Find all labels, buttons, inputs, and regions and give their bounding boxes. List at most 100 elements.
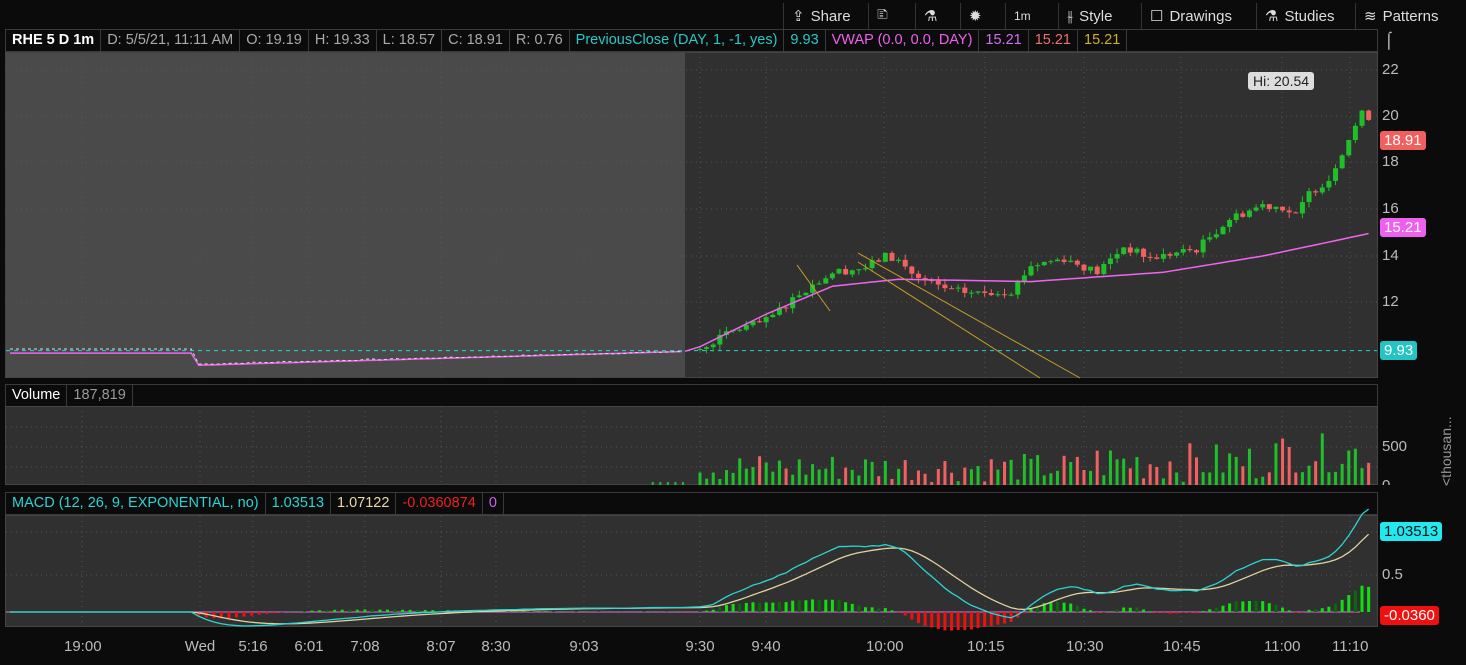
macd-histogram-bar <box>956 612 960 630</box>
macd-histogram-bar <box>250 612 254 616</box>
macd-histogram-bar <box>1274 604 1278 612</box>
macd-histogram-bar <box>1095 612 1099 614</box>
vwap-line <box>684 232 1369 353</box>
macd-avg-line <box>10 533 1370 625</box>
volume-bar <box>1042 475 1046 485</box>
candle-body <box>1068 260 1074 262</box>
volume-bar <box>930 481 934 485</box>
price-tick: 20 <box>1382 107 1399 124</box>
macd-histogram-bar <box>903 612 907 616</box>
candle-body <box>1286 210 1292 213</box>
macd-histogram-bar <box>1075 605 1079 612</box>
volume-bar <box>1320 433 1324 485</box>
macd-histogram-bar <box>257 612 261 615</box>
volume-bar <box>824 468 828 485</box>
time-tick: 10:00 <box>866 638 904 655</box>
macd-histogram-bar <box>837 599 841 612</box>
volume-bar <box>1003 461 1007 485</box>
volume-bar <box>1181 481 1185 485</box>
volume-bar <box>1135 457 1139 485</box>
chart-canvas <box>6 52 1377 631</box>
candle-body <box>770 314 776 318</box>
macd-histogram-bar <box>393 609 397 612</box>
macd-histogram-bar <box>910 612 914 620</box>
macd-histogram-bar <box>582 611 586 612</box>
candle-body <box>1339 155 1345 169</box>
macd-histogram-bar <box>751 602 755 612</box>
volume-bar <box>797 459 801 485</box>
macd-histogram-bar <box>1148 611 1152 612</box>
candle-body <box>1015 281 1021 295</box>
volume-bar <box>1294 472 1298 485</box>
volume-bar <box>1188 443 1192 485</box>
macd-histogram-bar <box>1108 611 1112 612</box>
macd-histogram-bar <box>1168 612 1172 614</box>
volume-bar <box>1148 464 1152 485</box>
time-tick: 8:07 <box>426 638 456 655</box>
macd-histogram-bar <box>890 610 894 612</box>
candle-body <box>1293 212 1299 214</box>
volume-bar <box>1049 473 1053 485</box>
macd-histogram-bar <box>552 611 556 612</box>
volume-bar <box>784 468 788 485</box>
macd-histogram-bar <box>1320 608 1324 612</box>
macd-histogram-bar <box>811 599 815 612</box>
time-tick: 11:00 <box>1264 638 1301 655</box>
macd-histogram-bar <box>1188 612 1192 613</box>
macd-histogram-bar <box>758 602 762 612</box>
volume-bar <box>1214 444 1218 485</box>
macd-histogram-bar <box>950 612 954 631</box>
last-price-tag: 18.91 <box>1380 131 1426 150</box>
macd-histogram-bar <box>1161 612 1165 614</box>
volume-bar <box>791 474 795 485</box>
time-tick: 9:03 <box>569 638 599 655</box>
candle-body <box>889 252 895 261</box>
macd-histogram-bar <box>777 601 781 612</box>
volume-bar <box>976 466 980 485</box>
volume-bar <box>771 471 775 485</box>
macd-histogram-bar <box>423 609 427 612</box>
trendline <box>796 264 831 312</box>
volume-bar <box>1075 456 1079 485</box>
volume-bar <box>1254 478 1258 485</box>
macd-histogram-bar <box>883 608 887 612</box>
candle-body <box>1227 220 1233 227</box>
volume-bar <box>744 468 748 485</box>
candle-body <box>949 288 955 290</box>
candle-body <box>1352 125 1358 141</box>
prevclose-tag: 9.93 <box>1380 341 1418 360</box>
volume-bar <box>916 470 920 485</box>
candle-body <box>1273 206 1279 209</box>
macd-histogram-bar <box>302 610 306 612</box>
volume-bar <box>883 460 887 485</box>
macd-histogram-bar <box>416 609 420 612</box>
volume-bar <box>1128 468 1132 485</box>
macd-histogram-bar <box>1241 601 1245 612</box>
volume-bar <box>1115 459 1119 485</box>
macd-histogram-bar <box>1360 585 1364 612</box>
macd-histogram-bar <box>386 609 389 612</box>
volume-bar <box>857 475 861 485</box>
volume-bar <box>989 459 993 485</box>
volume-bar <box>666 481 669 485</box>
volume-bar <box>1016 479 1020 485</box>
macd-histogram-bar <box>378 609 382 612</box>
volume-bar <box>1353 448 1357 485</box>
macd-histogram-bar <box>1175 612 1179 614</box>
price-tick: 22 <box>1382 61 1399 78</box>
candle-body <box>1266 204 1272 209</box>
premarket-vwap-line <box>10 350 682 367</box>
candle-body <box>763 317 769 323</box>
candle-body <box>823 278 829 284</box>
volume-bar <box>1241 466 1245 485</box>
premarket-price-line <box>10 348 682 365</box>
macd-histogram-bar <box>817 599 821 612</box>
macd-histogram-bar <box>1221 605 1225 612</box>
volume-bar <box>1347 450 1351 485</box>
candle-body <box>935 280 941 285</box>
volume-bar <box>1155 466 1159 485</box>
macd-histogram-bar <box>857 605 861 612</box>
volume-bar <box>1208 472 1212 485</box>
volume-bar <box>969 469 973 485</box>
macd-histogram-bar <box>705 610 709 612</box>
